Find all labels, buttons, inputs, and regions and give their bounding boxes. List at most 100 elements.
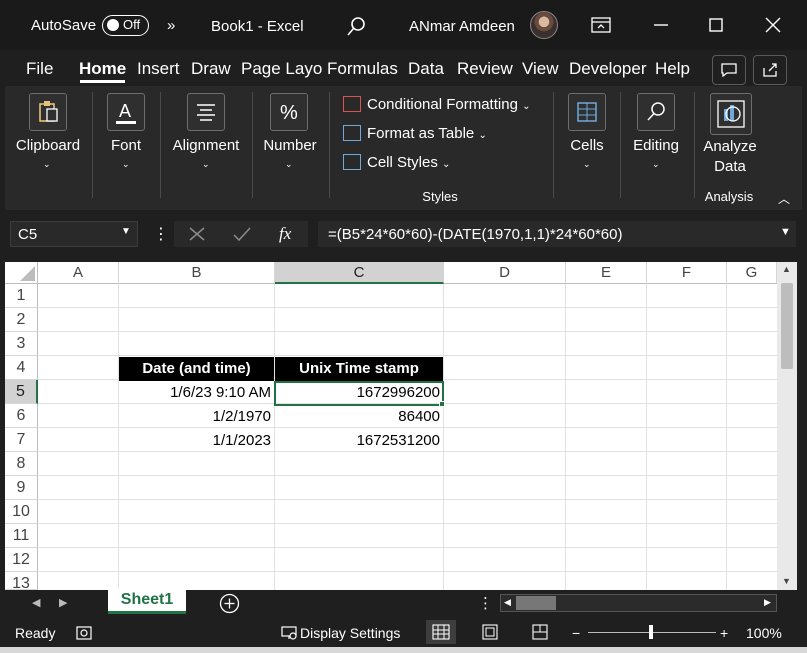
display-settings-label[interactable]: Display Settings (300, 625, 400, 641)
table-header-date[interactable]: Date (and time) (119, 357, 274, 381)
analyze-label-1[interactable]: Analyze (700, 138, 760, 155)
close-icon[interactable] (761, 13, 785, 37)
expand-formula-icon[interactable]: ▼ (780, 226, 791, 238)
background-strip (0, 647, 807, 653)
horizontal-scroll-thumb[interactable] (516, 596, 556, 610)
tab-draw[interactable]: Draw (191, 59, 231, 79)
cell-styles-button[interactable]: Cell Styles ⌄ (343, 154, 450, 171)
editing-search-icon[interactable] (637, 93, 675, 131)
column-header[interactable]: A (38, 262, 119, 284)
accessibility-icon[interactable] (75, 625, 93, 641)
table-header-timestamp[interactable]: Unix Time stamp (275, 357, 443, 381)
scroll-down-icon[interactable]: ▼ (782, 576, 791, 586)
font-icon[interactable]: A (107, 93, 145, 131)
cancel-icon[interactable] (188, 226, 206, 242)
column-header[interactable]: B (119, 262, 275, 284)
select-all-corner[interactable] (5, 262, 38, 284)
row-header[interactable]: 6 (5, 404, 38, 428)
prev-sheet-icon[interactable]: ◀ (32, 596, 40, 609)
row-header[interactable]: 13 (5, 572, 38, 590)
fill-handle[interactable] (439, 401, 445, 407)
table-cell-date[interactable]: 1/6/23 9:10 AM (119, 381, 271, 405)
normal-view-button[interactable] (426, 620, 456, 644)
row-header[interactable]: 4 (5, 356, 38, 380)
zoom-in-button[interactable]: + (720, 625, 728, 641)
comments-button[interactable] (712, 55, 746, 85)
row-header-selected[interactable]: 5 (5, 380, 38, 404)
tab-formulas[interactable]: Formulas (327, 59, 398, 79)
column-header[interactable]: G (727, 262, 777, 284)
analyze-data-icon[interactable] (710, 93, 752, 135)
collapse-ribbon-icon[interactable]: ︿ (778, 190, 790, 207)
tab-page-layout[interactable]: Page Layo (241, 59, 322, 79)
maximize-icon[interactable] (704, 13, 728, 37)
minimize-icon[interactable] (649, 13, 673, 37)
enter-check-icon[interactable] (232, 226, 252, 242)
clipboard-label[interactable]: Clipboard (15, 137, 81, 154)
zoom-out-button[interactable]: − (572, 625, 580, 641)
tab-help[interactable]: Help (655, 59, 690, 79)
column-header-selected[interactable]: C (275, 262, 444, 284)
row-header[interactable]: 11 (5, 524, 38, 548)
percent-icon[interactable]: % (270, 93, 308, 131)
sheet-tab-active[interactable]: Sheet1 (108, 588, 186, 614)
tab-review[interactable]: Review (457, 59, 513, 79)
row-header[interactable]: 3 (5, 332, 38, 356)
add-sheet-icon[interactable] (219, 593, 240, 614)
insert-function-icon[interactable]: fx (279, 224, 291, 244)
column-header[interactable]: D (444, 262, 566, 284)
table-cell-timestamp[interactable]: 1672531200 (275, 429, 440, 453)
avatar[interactable] (530, 11, 558, 39)
clipboard-icon[interactable] (29, 93, 67, 131)
row-header[interactable]: 2 (5, 308, 38, 332)
row-header[interactable]: 12 (5, 548, 38, 572)
tab-developer[interactable]: Developer (569, 59, 647, 79)
editing-label[interactable]: Editing (627, 137, 685, 154)
cell-styles-icon (343, 154, 361, 170)
tab-file[interactable]: File (26, 59, 53, 79)
format-as-table-button[interactable]: Format as Table ⌄ (343, 125, 487, 142)
analyze-label-2[interactable]: Data (700, 158, 760, 175)
table-cell-date[interactable]: 1/2/1970 (119, 405, 271, 429)
page-break-view-icon[interactable] (530, 622, 550, 642)
row-header[interactable]: 8 (5, 452, 38, 476)
cells-label[interactable]: Cells (563, 137, 611, 154)
cells-icon[interactable] (568, 93, 606, 131)
row-header[interactable]: 7 (5, 428, 38, 452)
sheet-options-icon[interactable]: ⋮ (478, 594, 493, 612)
scroll-left-icon[interactable]: ◀ (504, 597, 511, 608)
conditional-formatting-button[interactable]: Conditional Formatting ⌄ (343, 96, 530, 113)
tab-view[interactable]: View (522, 59, 559, 79)
column-header[interactable]: F (647, 262, 727, 284)
display-settings-icon[interactable] (280, 625, 298, 641)
scroll-up-icon[interactable]: ▲ (782, 264, 791, 274)
autosave-toggle[interactable]: Off (102, 15, 149, 36)
conditional-formatting-label: Conditional Formatting (367, 96, 518, 113)
row-header[interactable]: 9 (5, 476, 38, 500)
row-header[interactable]: 1 (5, 284, 38, 308)
font-label[interactable]: Font (103, 137, 149, 154)
alignment-icon[interactable] (187, 93, 225, 131)
more-commands-button[interactable]: » (167, 17, 175, 34)
tab-home[interactable]: Home (79, 59, 126, 79)
page-layout-view-icon[interactable] (480, 622, 500, 642)
ribbon-display-icon[interactable] (589, 13, 613, 37)
scroll-right-icon[interactable]: ▶ (764, 597, 771, 608)
search-icon[interactable] (345, 16, 367, 38)
alignment-label[interactable]: Alignment (170, 137, 242, 154)
vertical-scroll-thumb[interactable] (781, 283, 793, 369)
row-header[interactable]: 10 (5, 500, 38, 524)
number-label[interactable]: Number (260, 137, 320, 154)
zoom-level[interactable]: 100% (746, 625, 782, 641)
next-sheet-icon[interactable]: ▶ (59, 596, 67, 609)
share-button[interactable] (753, 55, 787, 85)
table-cell-timestamp[interactable]: 86400 (275, 405, 440, 429)
more-options-icon[interactable]: ⋮ (153, 224, 169, 244)
table-cell-date[interactable]: 1/1/2023 (119, 429, 271, 453)
user-name[interactable]: ANmar Amdeen (409, 18, 515, 35)
chevron-down-icon[interactable]: ▼ (121, 226, 131, 237)
column-header[interactable]: E (566, 262, 647, 284)
tab-data[interactable]: Data (408, 59, 444, 79)
tab-insert[interactable]: Insert (137, 59, 180, 79)
zoom-slider-thumb[interactable] (649, 625, 653, 639)
